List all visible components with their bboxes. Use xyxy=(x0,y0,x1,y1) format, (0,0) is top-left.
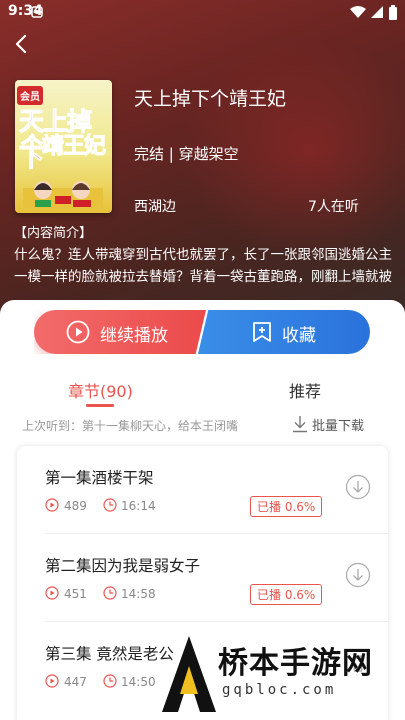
tab-recommend[interactable]: 推荐 xyxy=(289,378,321,402)
watermark-text: 桥本手游网 xyxy=(218,646,373,681)
continue-play-label: 继续播放 xyxy=(100,326,168,346)
bookmark-add-icon xyxy=(253,322,271,342)
book-header: 9:34 会员 天上掉下 个靖王妃 天上掉下个靖王妃 完结 | 穿越架空 西湖边… xyxy=(0,0,405,315)
active-tab-indicator xyxy=(86,404,114,407)
clock-icon xyxy=(103,498,117,512)
site-watermark: 桥本手游网 gqbloc.com xyxy=(152,630,405,720)
clock-icon xyxy=(103,674,117,688)
watermark-url: gqbloc.com xyxy=(222,682,337,698)
book-meta: 完结 | 穿越架空 xyxy=(134,145,239,163)
book-title: 天上掉下个靖王妃 xyxy=(134,88,287,110)
intro-heading: 【内容简介】 xyxy=(14,226,93,241)
notification-icon xyxy=(31,6,43,18)
download-icon[interactable] xyxy=(345,562,371,588)
signal-icon xyxy=(371,6,383,18)
episode-play-count: 447 xyxy=(64,675,87,689)
cover-illustration xyxy=(23,181,103,208)
episode-title: 第二集因为我是弱女子 xyxy=(45,557,201,575)
list-item[interactable]: 第一集酒楼干架 489 16:14 已播 0.6% xyxy=(17,446,388,534)
batch-download-button[interactable]: 批量下载 xyxy=(293,415,365,434)
status-bar: 9:34 xyxy=(0,0,405,26)
progress-badge: 已播 0.6% xyxy=(250,584,323,605)
tab-chapters[interactable]: 章节(90) xyxy=(68,378,133,402)
last-played-text[interactable]: 上次听到：第十一集柳天心，给本王闭嘴 xyxy=(22,417,238,434)
list-item[interactable]: 第二集因为我是弱女子 451 14:58 已播 0.6% xyxy=(17,534,388,622)
clock-icon xyxy=(103,586,117,600)
episode-duration: 14:50 xyxy=(121,675,156,689)
progress-badge: 已播 0.6% xyxy=(250,496,323,517)
continue-play-button[interactable]: 继续播放 xyxy=(34,310,206,354)
favorite-button[interactable]: 收藏 xyxy=(198,310,370,354)
download-icon xyxy=(293,416,307,433)
cover-title-line2: 个靖王妃 xyxy=(20,134,106,160)
download-icon[interactable] xyxy=(345,474,371,500)
play-count-icon xyxy=(45,674,59,688)
episode-play-count: 489 xyxy=(64,499,87,513)
play-icon xyxy=(66,320,90,344)
play-count-icon xyxy=(45,586,59,600)
back-arrow-icon[interactable] xyxy=(8,30,36,58)
book-author[interactable]: 西湖边 xyxy=(134,196,176,216)
favorite-label: 收藏 xyxy=(282,326,316,346)
episode-duration: 16:14 xyxy=(121,499,156,513)
battery-icon xyxy=(389,5,397,20)
wifi-icon xyxy=(350,6,366,18)
episode-title: 第一集酒楼干架 xyxy=(45,469,154,487)
intro-text[interactable]: 什么鬼？连人带魂穿到古代也就罢了，长了一张跟邻国逃婚公主一模一样的脸就被拉去替婚… xyxy=(14,244,394,288)
episode-duration: 14:58 xyxy=(121,587,156,601)
watermark-logo-icon xyxy=(162,636,216,712)
book-cover: 会员 天上掉下 个靖王妃 xyxy=(15,80,112,213)
play-count-icon xyxy=(45,498,59,512)
episode-play-count: 451 xyxy=(64,587,87,601)
batch-download-label: 批量下载 xyxy=(312,419,365,434)
listener-count: 7人在听 xyxy=(308,199,359,215)
